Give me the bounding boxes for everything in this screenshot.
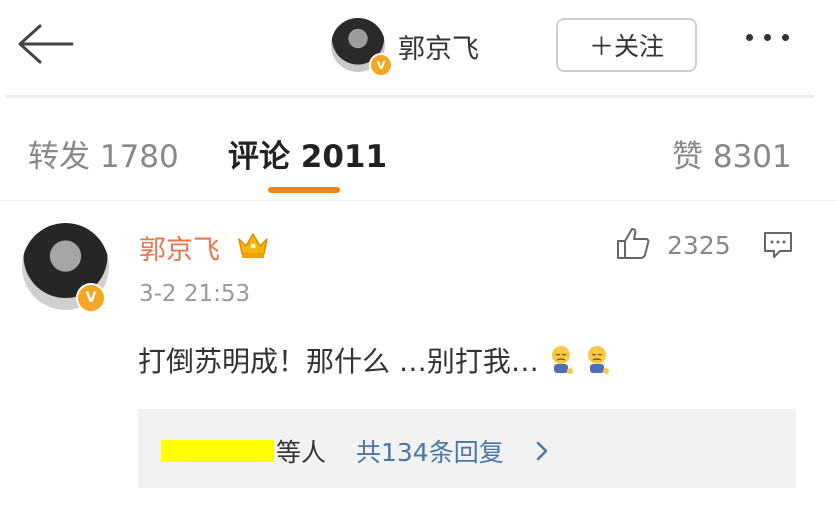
chevron-right-icon[interactable] — [535, 440, 549, 462]
reply-count-link[interactable]: 共134条回复 — [356, 433, 504, 469]
tab-like[interactable]: 赞 8301 — [672, 131, 792, 176]
more-options-icon[interactable] — [746, 34, 789, 41]
sad-emoji-icon — [587, 346, 609, 374]
tab-comment[interactable]: 评论 2011 — [228, 131, 387, 176]
thumbs-up-icon[interactable] — [615, 226, 651, 260]
tabs-divider — [0, 200, 837, 201]
header-username[interactable]: 郭京飞 — [398, 27, 479, 66]
sad-emoji-icon — [551, 346, 573, 374]
comment-author[interactable]: 郭京飞 — [139, 228, 220, 267]
verified-badge-icon: V — [369, 53, 393, 77]
follow-button[interactable]: ＋关注 — [556, 18, 697, 72]
verified-badge-icon: V — [76, 283, 106, 313]
header-divider — [6, 95, 814, 98]
active-tab-indicator — [268, 187, 340, 193]
back-arrow-icon[interactable] — [14, 22, 76, 66]
comment-text: 打倒苏明成！那什么 …别打我… — [138, 345, 539, 378]
redacted-usernames — [161, 440, 274, 462]
crown-member-icon[interactable] — [236, 229, 270, 261]
comment-body: 打倒苏明成！那什么 …别打我… — [138, 340, 611, 380]
reply-users-suffix: 等人 — [276, 438, 327, 467]
like-count: 2325 — [667, 231, 731, 260]
comment-timestamp: 3-2 21:53 — [139, 281, 251, 307]
comment-reply-icon[interactable] — [762, 229, 794, 261]
tab-repost[interactable]: 转发 1780 — [28, 131, 179, 176]
